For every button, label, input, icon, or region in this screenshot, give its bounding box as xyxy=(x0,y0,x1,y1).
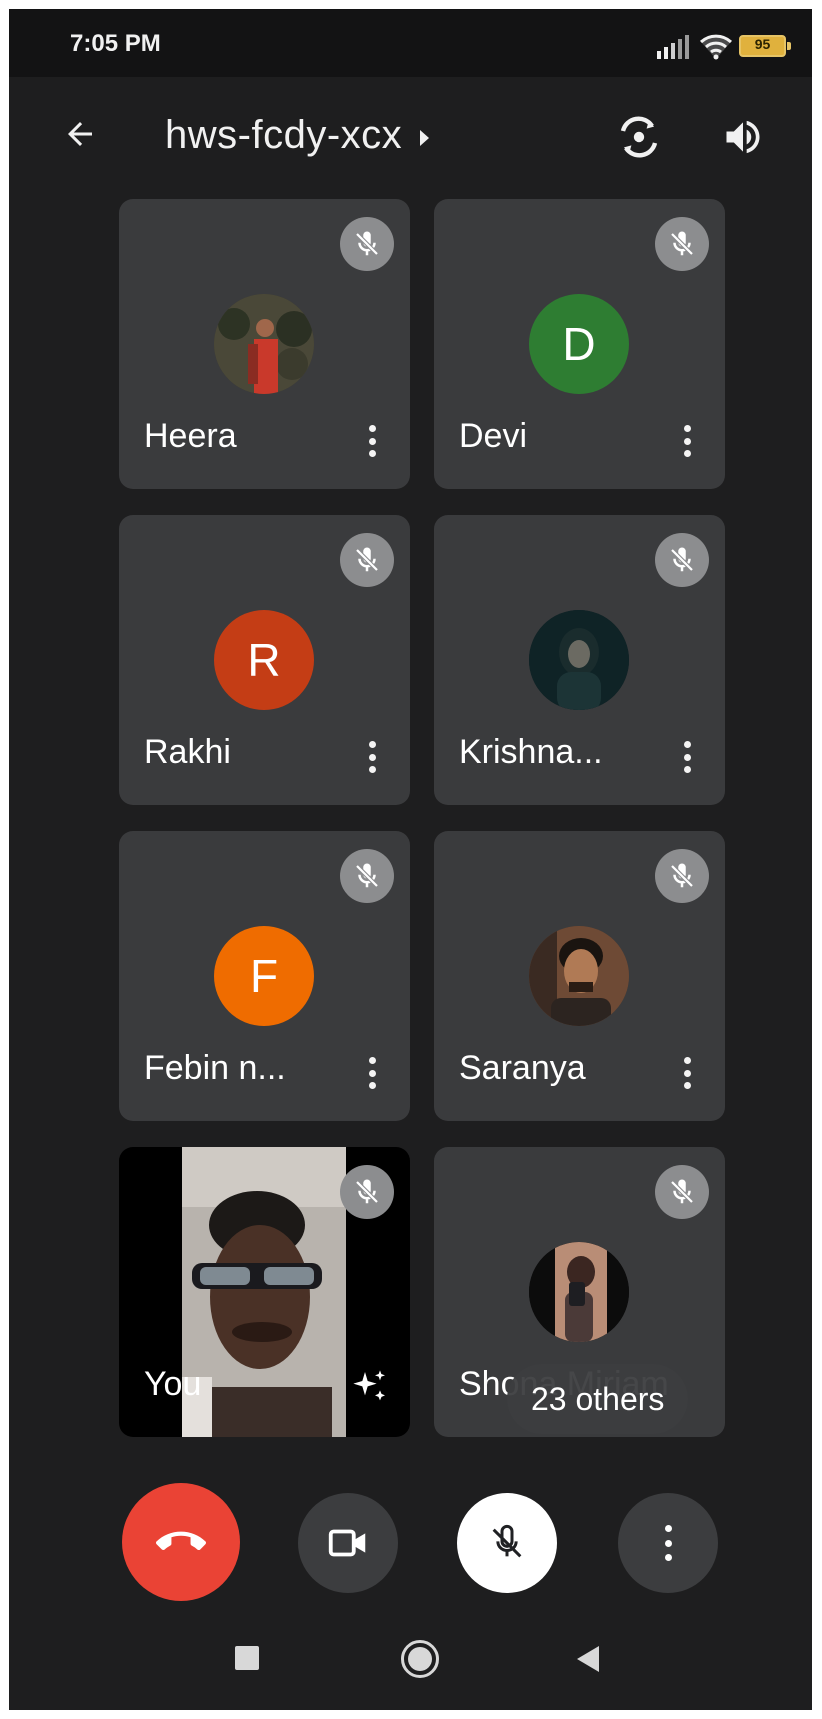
participant-tile[interactable]: R Rakhi xyxy=(119,515,410,805)
back-nav-button[interactable] xyxy=(577,1646,599,1672)
participant-name: Krishna... xyxy=(459,733,603,771)
effects-button[interactable] xyxy=(348,1365,392,1409)
participant-tile[interactable]: Krishna... xyxy=(434,515,725,805)
avatar xyxy=(529,1242,629,1342)
switch-camera-button[interactable] xyxy=(613,111,665,163)
switch-camera-icon xyxy=(620,116,658,158)
more-options-button[interactable] xyxy=(677,737,697,777)
more-options-button[interactable] xyxy=(677,421,697,461)
avatar-letter: R xyxy=(247,634,281,686)
mic-toggle-button[interactable] xyxy=(457,1493,557,1593)
status-time: 7:05 PM xyxy=(70,30,161,57)
battery-level: 95 xyxy=(754,36,771,52)
avatar xyxy=(529,926,629,1026)
mic-off-icon xyxy=(492,1524,522,1558)
self-camera-video xyxy=(182,1147,346,1437)
status-bar: 7:05 PM 95 xyxy=(9,9,812,77)
phone-screen: 7:05 PM 95 hws-fcdy-xcx Heera D Devi R R… xyxy=(9,9,812,1710)
avatar xyxy=(529,610,629,710)
mic-off-icon xyxy=(340,849,394,903)
self-view-tile[interactable]: You xyxy=(119,1147,410,1437)
mic-off-icon xyxy=(340,533,394,587)
meeting-code-button[interactable]: hws-fcdy-xcx xyxy=(165,113,430,158)
sparkle-icon xyxy=(353,1370,385,1401)
battery-icon: 95 xyxy=(739,35,791,57)
more-options-button[interactable] xyxy=(677,1053,697,1093)
avatar xyxy=(214,294,314,394)
participant-tile[interactable]: Heera xyxy=(119,199,410,489)
end-call-button[interactable] xyxy=(122,1483,240,1601)
participant-name: Saranya xyxy=(459,1049,586,1087)
participant-name: Devi xyxy=(459,417,528,455)
back-button[interactable] xyxy=(57,111,103,157)
mic-off-icon xyxy=(655,217,709,271)
participant-tile[interactable]: D Devi xyxy=(434,199,725,489)
avatar-letter: D xyxy=(562,318,596,370)
mic-off-icon xyxy=(655,533,709,587)
meeting-code: hws-fcdy-xcx xyxy=(165,113,403,157)
recents-button[interactable] xyxy=(235,1646,259,1670)
arrow-back-icon xyxy=(68,122,92,146)
participant-name: Febin n... xyxy=(144,1049,286,1087)
system-nav-bar xyxy=(9,1634,812,1710)
home-button[interactable] xyxy=(401,1640,439,1678)
mic-off-icon xyxy=(655,849,709,903)
mic-off-icon xyxy=(655,1165,709,1219)
video-camera-icon xyxy=(328,1529,366,1557)
avatar: D xyxy=(529,294,629,394)
phone-hangup-icon xyxy=(156,1531,206,1551)
call-controls xyxy=(9,1469,812,1601)
avatar: R xyxy=(214,610,314,710)
more-options-button[interactable] xyxy=(362,737,382,777)
more-vertical-icon xyxy=(663,1525,673,1561)
participant-name: Rakhi xyxy=(144,733,231,771)
more-options-button[interactable] xyxy=(618,1493,718,1593)
participant-tile[interactable]: F Febin n... xyxy=(119,831,410,1121)
avatar: F xyxy=(214,926,314,1026)
signal-icon xyxy=(657,35,689,59)
avatar-letter: F xyxy=(249,950,279,1002)
speaker-button[interactable] xyxy=(717,111,769,163)
mic-off-icon xyxy=(340,1165,394,1219)
participant-name: Heera xyxy=(144,417,237,455)
more-options-button[interactable] xyxy=(362,1053,382,1093)
call-header: hws-fcdy-xcx xyxy=(9,77,812,187)
caret-right-icon xyxy=(420,129,430,146)
mic-off-icon xyxy=(340,217,394,271)
camera-toggle-button[interactable] xyxy=(298,1493,398,1593)
more-options-button[interactable] xyxy=(362,421,382,461)
participant-tile[interactable]: Saranya xyxy=(434,831,725,1121)
wifi-icon xyxy=(699,34,733,60)
volume-icon xyxy=(726,120,760,154)
others-count-chip[interactable]: 23 others xyxy=(507,1364,689,1434)
participant-name: You xyxy=(144,1365,202,1403)
